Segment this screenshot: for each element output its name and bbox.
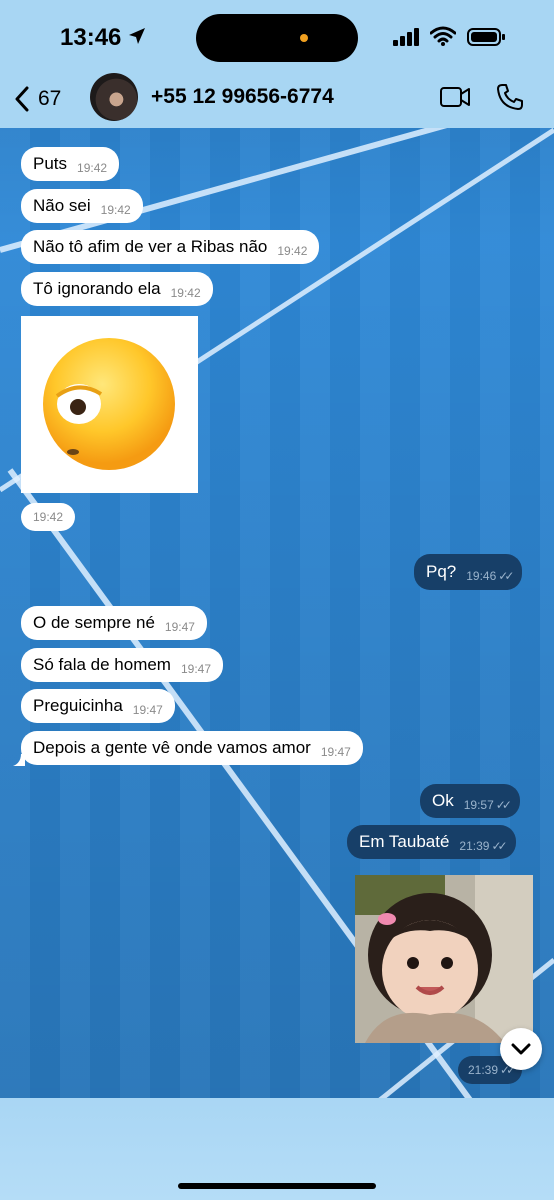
read-ticks-icon: ✓✓ xyxy=(491,839,507,853)
message-incoming[interactable]: Tô ignorando ela 19:42 xyxy=(21,272,213,306)
status-bar: 13:46 xyxy=(0,0,554,70)
message-outgoing[interactable]: Ok 19:57 ✓✓ xyxy=(420,784,520,818)
message-time: 19:42 xyxy=(170,286,201,300)
sticker-time: 19:42 xyxy=(21,503,76,531)
message-incoming[interactable]: Puts 19:42 xyxy=(21,147,120,181)
message-incoming[interactable]: Não sei 19:42 xyxy=(21,189,143,223)
message-text: Não tô afim de ver a Ribas não xyxy=(33,237,268,256)
message-text: Preguicinha xyxy=(33,696,123,715)
phone-call-icon[interactable] xyxy=(496,83,524,111)
photo-time-text: 21:39 xyxy=(468,1063,499,1077)
status-time: 13:46 xyxy=(60,24,122,51)
message-outgoing[interactable]: Em Taubaté 21:39 ✓✓ xyxy=(347,825,516,859)
side-eye-emoji-sticker xyxy=(43,338,175,470)
camera-dot xyxy=(300,34,308,42)
child-photo xyxy=(355,875,533,1043)
photo-message[interactable] xyxy=(355,875,533,1043)
message-incoming[interactable]: Não tô afim de ver a Ribas não 19:42 xyxy=(21,230,320,264)
contact-avatar[interactable] xyxy=(90,73,138,121)
scroll-down-button[interactable] xyxy=(500,1028,542,1070)
message-time: 21:39 xyxy=(459,839,490,853)
message-time: 19:47 xyxy=(132,703,163,717)
message-text: Pq? xyxy=(426,562,457,581)
cellular-signal-icon xyxy=(393,28,419,46)
message-time: 19:47 xyxy=(320,745,351,759)
video-call-icon[interactable] xyxy=(440,86,470,108)
battery-icon xyxy=(467,28,505,46)
message-time: 19:42 xyxy=(100,203,131,217)
bubble-tail xyxy=(13,754,25,766)
message-time: 19:47 xyxy=(164,620,195,634)
message-text: Puts xyxy=(33,154,68,173)
home-indicator[interactable] xyxy=(178,1183,376,1189)
location-arrow-icon xyxy=(129,28,145,44)
unread-count: 67 xyxy=(38,87,62,110)
message-incoming[interactable]: Só fala de homem 19:47 xyxy=(21,648,223,682)
wifi-icon xyxy=(430,26,456,46)
back-button[interactable]: 67 xyxy=(14,82,61,116)
dynamic-island xyxy=(196,14,358,62)
message-text: Ok xyxy=(432,791,454,810)
message-text: Em Taubaté xyxy=(359,832,450,851)
message-text: O de sempre né xyxy=(33,613,155,632)
message-time: 19:46 xyxy=(466,569,497,583)
message-time: 19:42 xyxy=(77,161,108,175)
read-ticks-icon: ✓✓ xyxy=(498,569,514,583)
message-text: Tô ignorando ela xyxy=(33,279,161,298)
chat-header: 67 +55 12 99656-6774 xyxy=(0,70,554,128)
message-incoming[interactable]: Preguicinha 19:47 xyxy=(21,689,175,723)
message-time: 19:42 xyxy=(277,244,308,258)
message-incoming[interactable]: Depois a gente vê onde vamos amor 19:47 xyxy=(21,731,363,765)
chevron-left-icon xyxy=(15,86,29,112)
read-ticks-icon: ✓✓ xyxy=(495,798,512,812)
sticker-message[interactable] xyxy=(21,316,198,493)
message-text: Não sei xyxy=(33,196,91,215)
message-incoming[interactable]: O de sempre né 19:47 xyxy=(21,606,207,640)
message-time: 19:47 xyxy=(180,662,211,676)
message-text: Só fala de homem xyxy=(33,655,171,674)
contact-name[interactable]: +55 12 99656-6774 xyxy=(151,85,334,109)
chevron-down-icon xyxy=(511,1043,531,1055)
message-time: 19:57 xyxy=(463,798,494,812)
message-text: Depois a gente vê onde vamos amor xyxy=(33,738,311,757)
message-outgoing[interactable]: Pq? 19:46 ✓✓ xyxy=(414,554,523,590)
